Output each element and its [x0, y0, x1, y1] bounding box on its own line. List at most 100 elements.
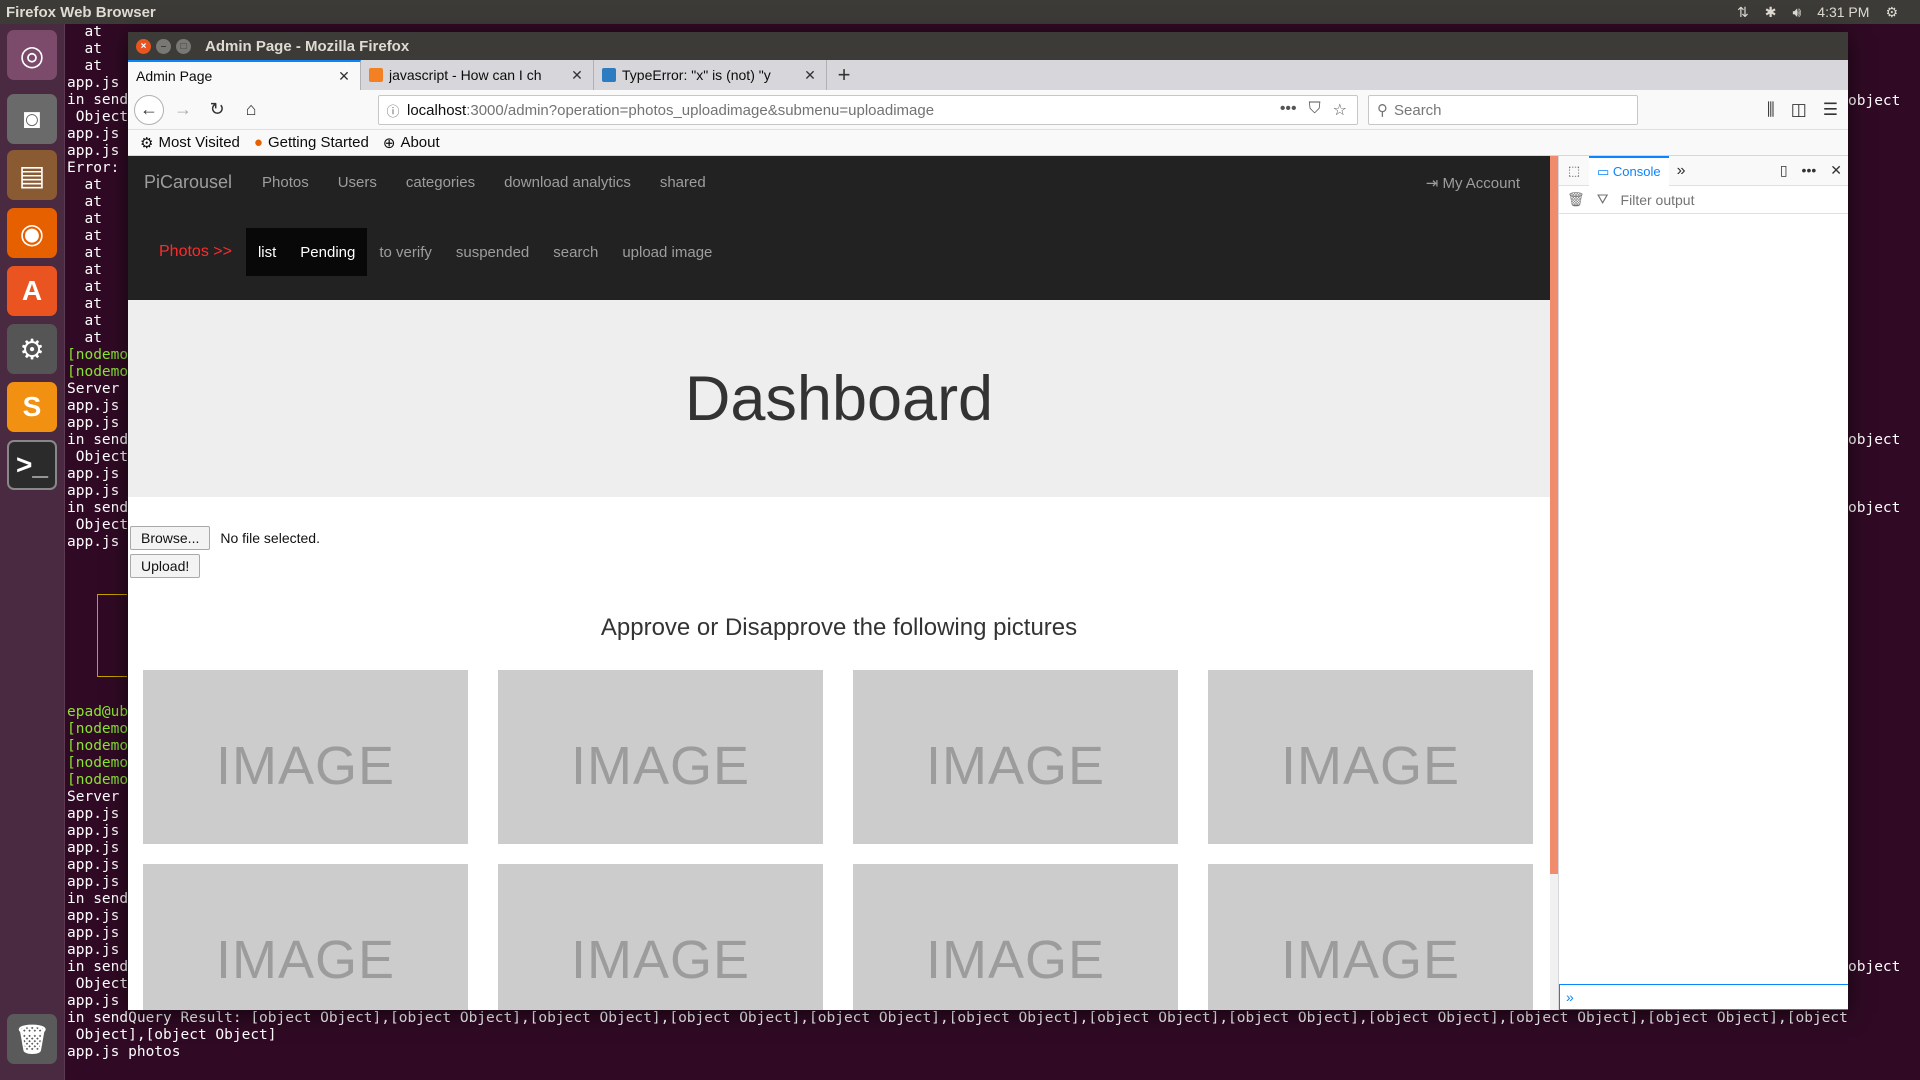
- terminal-line: in send: [67, 959, 129, 975]
- reload-button[interactable]: ↻: [202, 95, 232, 125]
- camera-app-icon[interactable]: ◙: [7, 94, 57, 144]
- minimize-window-icon[interactable]: –: [156, 38, 171, 54]
- image-placeholder[interactable]: IMAGE: [853, 670, 1178, 844]
- close-window-icon[interactable]: ×: [136, 38, 151, 54]
- browse-button[interactable]: Browse...: [130, 526, 211, 550]
- home-button[interactable]: ⌂: [236, 95, 266, 125]
- nav-shared[interactable]: shared: [660, 174, 706, 191]
- page-actions-icon[interactable]: •••: [1280, 100, 1297, 120]
- scrollbar-thumb[interactable]: [1550, 156, 1558, 874]
- top-nav: Photos Users categories download analyti…: [262, 174, 706, 191]
- system-tray: ⇅ ✱ 🔊︎ 4:31 PM ⚙: [1737, 0, 1898, 24]
- active-app-title: Firefox Web Browser: [6, 3, 156, 21]
- back-button[interactable]: ←: [134, 94, 164, 125]
- image-placeholder[interactable]: IMAGE: [1208, 670, 1533, 844]
- hamburger-menu-icon[interactable]: ☰: [1823, 100, 1838, 120]
- terminal-line: in send: [67, 432, 129, 448]
- library-icon[interactable]: ⫼: [1767, 100, 1775, 120]
- element-picker-icon[interactable]: ⬚: [1559, 163, 1589, 179]
- nav-download-analytics[interactable]: download analytics: [504, 174, 631, 191]
- pocket-icon[interactable]: ⛉: [1309, 100, 1321, 120]
- image-placeholder[interactable]: IMAGE: [498, 670, 823, 844]
- tab-console[interactable]: ▭ Console: [1589, 155, 1669, 186]
- tab-label: Admin Page: [136, 68, 213, 84]
- image-placeholder[interactable]: IMAGE: [498, 864, 823, 1010]
- firefox-window: × – □ Admin Page - Mozilla Firefox Admin…: [128, 32, 1848, 1010]
- subnav-suspended[interactable]: suspended: [444, 244, 541, 261]
- image-placeholder[interactable]: IMAGE: [1208, 864, 1533, 1010]
- filter-output-input[interactable]: Filter output: [1621, 192, 1695, 208]
- image-placeholder[interactable]: IMAGE: [143, 864, 468, 1010]
- options-icon[interactable]: •••: [1802, 162, 1817, 179]
- nav-photos[interactable]: Photos: [262, 174, 309, 191]
- close-tab-icon[interactable]: ✕: [569, 67, 585, 84]
- brand-link[interactable]: PiCarousel: [144, 172, 232, 193]
- nav-categories[interactable]: categories: [406, 174, 475, 191]
- trash-icon[interactable]: 🗑︎: [7, 1014, 57, 1064]
- settings-icon[interactable]: ⚙: [1885, 4, 1898, 21]
- terminal-line: app.js: [67, 75, 120, 91]
- search-icon: ⚲: [1377, 102, 1388, 119]
- bookmark-getting-started[interactable]: ● Getting Started: [254, 134, 369, 151]
- close-devtools-icon[interactable]: ✕: [1830, 162, 1842, 179]
- site-info-icon[interactable]: ⓘ: [379, 101, 407, 120]
- terminal-line: at: [67, 211, 102, 227]
- files-app-icon[interactable]: ▤: [7, 150, 57, 200]
- subnav-upload-image[interactable]: upload image: [610, 244, 724, 261]
- terminal-line: app.js: [67, 143, 120, 159]
- nav-users[interactable]: Users: [338, 174, 377, 191]
- terminal-line: at: [67, 313, 102, 329]
- my-account-link[interactable]: ⇥ My Account: [1426, 174, 1520, 192]
- network-icon[interactable]: ⇅: [1737, 4, 1749, 21]
- window-titlebar[interactable]: × – □ Admin Page - Mozilla Firefox: [128, 32, 1848, 60]
- firefox-icon[interactable]: ◉: [7, 208, 57, 258]
- url-bar[interactable]: ⓘ localhost:3000/admin?operation=photos_…: [378, 95, 1358, 125]
- sublime-text-icon[interactable]: S: [7, 382, 57, 432]
- tab-javascript-question[interactable]: javascript - How can I ch ✕: [361, 60, 594, 90]
- search-bar[interactable]: ⚲ Search: [1368, 95, 1638, 125]
- terminal-line: [nodemo: [67, 364, 129, 380]
- more-tabs-icon[interactable]: »: [1677, 162, 1686, 180]
- close-tab-icon[interactable]: ✕: [336, 68, 352, 85]
- terminal-icon[interactable]: >_: [7, 440, 57, 490]
- terminal-line: app.js: [67, 415, 120, 431]
- tab-bar: Admin Page ✕ javascript - How can I ch ✕…: [128, 60, 1848, 90]
- terminal-line: object: [1848, 500, 1901, 516]
- software-center-icon[interactable]: A: [7, 266, 57, 316]
- trash-icon[interactable]: 🗑︎: [1567, 191, 1585, 208]
- terminal-line: at: [67, 262, 102, 278]
- tab-admin-page[interactable]: Admin Page ✕: [128, 60, 361, 90]
- close-tab-icon[interactable]: ✕: [802, 67, 818, 84]
- tab-typeerror-docs[interactable]: TypeError: "x" is (not) "y ✕: [594, 60, 827, 90]
- dock-icon[interactable]: ▯: [1780, 162, 1788, 179]
- subnav-pending[interactable]: Pending: [288, 228, 368, 276]
- launcher: ◎ ◙ ▤ ◉ A ⚙ S >_ 🗑︎: [0, 24, 65, 1080]
- terminal-line: at: [67, 228, 102, 244]
- clock[interactable]: 4:31 PM: [1817, 4, 1869, 20]
- console-input[interactable]: »: [1559, 984, 1848, 1010]
- new-tab-button[interactable]: +: [827, 60, 861, 90]
- image-placeholder[interactable]: IMAGE: [853, 864, 1178, 1010]
- approve-heading: Approve or Disapprove the following pict…: [600, 614, 1078, 641]
- subnav-search[interactable]: search: [541, 244, 610, 261]
- terminal-line: app.js photos: [67, 1044, 181, 1060]
- bookmark-about[interactable]: ⊕ About: [383, 134, 440, 152]
- upload-button[interactable]: Upload!: [130, 554, 201, 578]
- maximize-window-icon[interactable]: □: [176, 38, 191, 54]
- terminal-line: app.js: [67, 534, 120, 550]
- volume-icon[interactable]: 🔊︎: [1792, 4, 1801, 21]
- bookmark-star-icon[interactable]: ☆: [1333, 100, 1347, 120]
- terminal-line: Object: [67, 109, 129, 125]
- ubuntu-dash-icon[interactable]: ◎: [7, 30, 57, 80]
- image-placeholder[interactable]: IMAGE: [143, 670, 468, 844]
- bookmark-most-visited[interactable]: ⚙ Most Visited: [140, 134, 240, 152]
- forward-button[interactable]: →: [168, 95, 198, 125]
- bluetooth-icon[interactable]: ✱: [1765, 4, 1777, 21]
- page-scrollbar[interactable]: [1550, 156, 1558, 1010]
- photos-breadcrumb: Photos >>: [159, 243, 232, 260]
- system-settings-icon[interactable]: ⚙: [7, 324, 57, 374]
- subnav-to-verify[interactable]: to verify: [367, 244, 444, 261]
- terminal-line: epad@ub: [67, 704, 129, 720]
- sidebar-icon[interactable]: ◫: [1791, 100, 1807, 120]
- subnav-list[interactable]: list: [245, 228, 289, 276]
